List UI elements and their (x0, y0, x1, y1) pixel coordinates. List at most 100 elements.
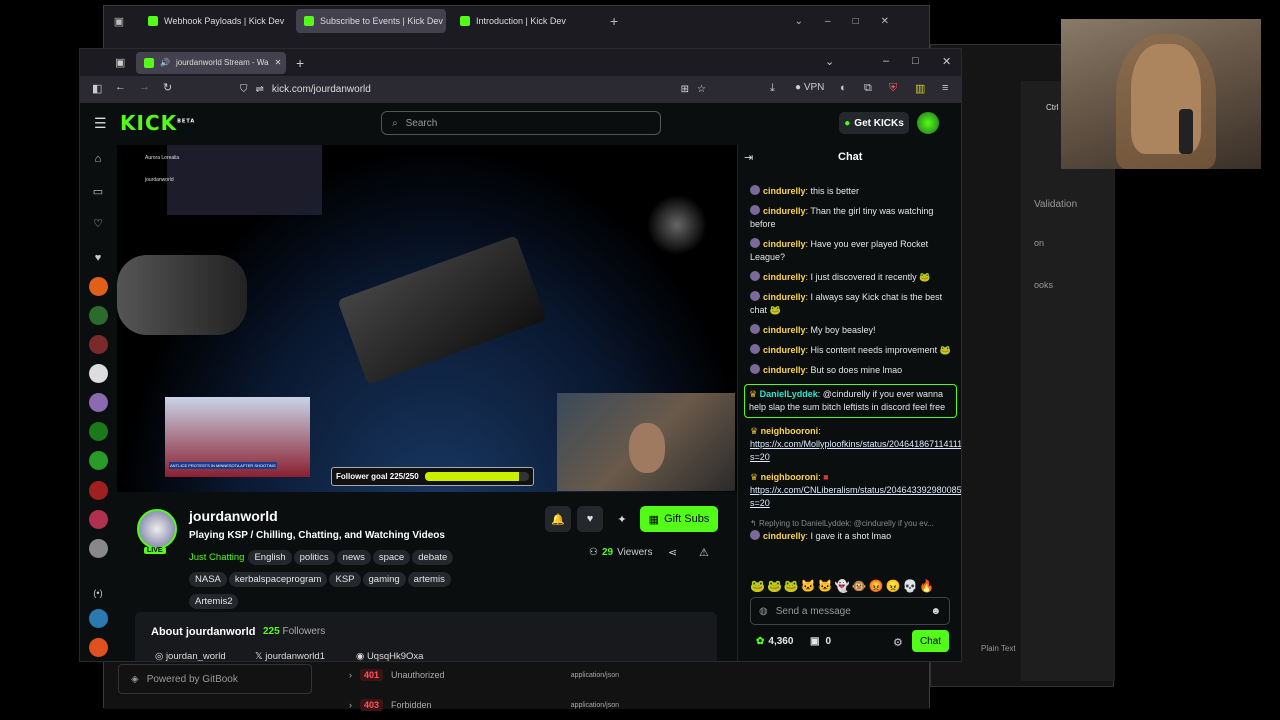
bookmark-star-icon[interactable]: ☆ (697, 84, 706, 95)
follow-heart-icon[interactable]: ♥ (577, 506, 603, 532)
tag[interactable]: KSP (329, 572, 361, 587)
tab-list-icon[interactable]: ▣ (115, 56, 125, 69)
x-link[interactable]: 𝕏 jourdanworld1 (255, 651, 325, 661)
browse-icon[interactable]: ▭ (88, 181, 108, 201)
active-tab[interactable]: 🔊 jourdanworld Stream - Wa ✕ (136, 51, 286, 74)
new-tab-icon[interactable]: + (296, 55, 304, 71)
minimize-icon[interactable]: – (883, 55, 889, 67)
followed-channel-avatar[interactable] (89, 451, 108, 470)
chat-link[interactable]: https://x.com/CNLiberalism/status/204643… (750, 485, 961, 508)
nav-item[interactable]: on (1034, 238, 1044, 248)
followed-channel-avatar[interactable] (89, 277, 108, 296)
search-input[interactable]: ⌕ Search (381, 111, 661, 135)
channel-avatar[interactable] (137, 509, 177, 549)
tag[interactable]: NASA (189, 572, 227, 587)
back-icon[interactable]: ← (115, 81, 126, 93)
emoji-icon[interactable]: ☻ (930, 606, 941, 617)
channel-name[interactable]: jourdanworld (189, 508, 278, 524)
extension-icon[interactable]: ◐ (840, 82, 847, 94)
home-icon[interactable]: ⌂ (88, 149, 108, 169)
extensions-puzzle-icon[interactable]: ⧉ (864, 82, 872, 95)
window-controls[interactable]: ⌄–□✕ (795, 16, 911, 27)
recommended-channel-avatar[interactable] (89, 609, 108, 628)
chat-username[interactable]: cindurelly (763, 345, 806, 355)
site-info-icon[interactable]: ⇌ (256, 84, 264, 95)
chat-settings-gear-icon[interactable]: ⚙ (893, 636, 903, 649)
discord-link[interactable]: ◉ UqsqHk9Oxa (356, 651, 423, 661)
drops-counter[interactable]: ▣ 0 (810, 636, 831, 647)
tag[interactable]: debate (412, 550, 454, 565)
chat-username[interactable]: DanielLyddek (760, 389, 818, 399)
gitbook-badge[interactable]: ◈ Powered by GitBook (118, 664, 312, 694)
address-bar[interactable]: ⛉ ⇌ kick.com/jourdanworld ⊞ ☆ (240, 80, 706, 99)
response-row[interactable]: › 401 Unauthorized application/json (349, 664, 619, 686)
bg-tab-subscribe[interactable]: Subscribe to Events | Kick Dev (296, 9, 446, 33)
reader-view-icon[interactable]: ⊞ (681, 84, 689, 95)
report-warning-icon[interactable]: ⚠ (699, 546, 709, 559)
followed-channel-avatar[interactable] (89, 306, 108, 325)
video-player[interactable]: Aurora Lorealia jourdanworld ANTI-ICE PR… (117, 145, 737, 492)
user-avatar[interactable] (917, 112, 939, 134)
followed-channel-avatar[interactable] (89, 510, 108, 529)
sidebar-toggle-icon[interactable]: ◧ (92, 82, 102, 95)
chat-username[interactable]: neighbooroni (761, 426, 819, 436)
nav-item[interactable]: Validation (1034, 199, 1077, 210)
chat-username[interactable]: cindurelly (763, 206, 806, 216)
chat-username[interactable]: cindurelly (763, 531, 806, 541)
chat-username[interactable]: cindurelly (763, 239, 806, 249)
followed-channel-avatar[interactable] (89, 364, 108, 383)
tag[interactable]: English (248, 550, 292, 565)
tag[interactable]: politics (293, 550, 335, 565)
tab-list-icon[interactable]: ▣ (104, 15, 134, 28)
chat-username[interactable]: cindurelly (763, 186, 806, 196)
send-chat-button[interactable]: Chat (912, 630, 949, 652)
download-icon[interactable]: ⤓ (770, 82, 775, 95)
new-tab-icon[interactable]: + (610, 13, 618, 29)
tag[interactable]: news (336, 550, 371, 565)
tag[interactable]: kerbalspaceprogram (228, 572, 328, 587)
notification-bell-icon[interactable]: 🔔 (545, 506, 571, 532)
reload-icon[interactable]: ↻ (163, 81, 172, 94)
maximize-icon[interactable]: □ (912, 55, 919, 67)
channel-points[interactable]: ✿ 4,360 (756, 636, 793, 647)
speaker-icon[interactable]: 🔊 (160, 58, 170, 67)
chat-username[interactable]: cindurelly (763, 272, 806, 282)
gift-subs-button[interactable]: ▦ Gift Subs (640, 506, 718, 532)
bg-tab-webhook[interactable]: Webhook Payloads | Kick Dev (140, 9, 290, 33)
chat-username[interactable]: cindurelly (763, 365, 806, 375)
tag[interactable]: Artemis2 (189, 594, 239, 609)
get-kicks-button[interactable]: ● Get KICKs (839, 112, 909, 134)
bg-tab-introduction[interactable]: Introduction | Kick Dev (452, 9, 602, 33)
category-link[interactable]: Just Chatting (189, 552, 244, 563)
vpn-button[interactable]: ● VPN (795, 82, 824, 93)
menu-icon[interactable]: ≡ (942, 82, 948, 94)
followed-channel-avatar[interactable] (89, 481, 108, 500)
collapse-chat-icon[interactable]: ⇥ (744, 151, 753, 164)
response-row[interactable]: › 403 Forbidden application/json (349, 694, 619, 716)
tag[interactable]: space (372, 550, 411, 565)
share-icon[interactable]: ⋖ (668, 546, 677, 559)
sparkle-icon[interactable]: ✦ (609, 506, 635, 532)
nav-item[interactable]: ooks (1034, 280, 1053, 290)
tag[interactable]: artemis (407, 572, 451, 587)
followed-channel-avatar[interactable] (89, 539, 108, 558)
chat-link[interactable]: https://x.com/Mollyploofkins/status/2046… (750, 439, 961, 462)
close-tab-icon[interactable]: ✕ (275, 58, 282, 67)
recommended-channel-avatar[interactable] (89, 638, 108, 657)
followed-channel-avatar[interactable] (89, 393, 108, 412)
followed-channel-avatar[interactable] (89, 422, 108, 441)
instagram-link[interactable]: ◎ jourdan_world (155, 651, 226, 661)
chevron-down-icon[interactable]: ⌄ (825, 55, 834, 68)
forward-icon[interactable]: → (139, 81, 150, 93)
equalizer-icon[interactable]: ▥ (915, 82, 925, 95)
chat-username[interactable]: cindurelly (763, 292, 806, 302)
emote-bar[interactable]: 🐸🐸🐸🐱🐱👻🐵😡😠💀🔥 (750, 579, 950, 595)
followed-channel-avatar[interactable] (89, 335, 108, 354)
hamburger-menu-icon[interactable]: ☰ (94, 115, 107, 132)
tag[interactable]: gaming (362, 572, 406, 587)
following-heart-icon[interactable]: ♡ (88, 213, 108, 233)
kick-logo[interactable]: KICKBETA (120, 111, 195, 135)
chat-input[interactable]: ◍ Send a message ☻ (750, 597, 950, 625)
close-window-icon[interactable]: ✕ (942, 55, 951, 68)
chat-username[interactable]: cindurelly (763, 325, 806, 335)
